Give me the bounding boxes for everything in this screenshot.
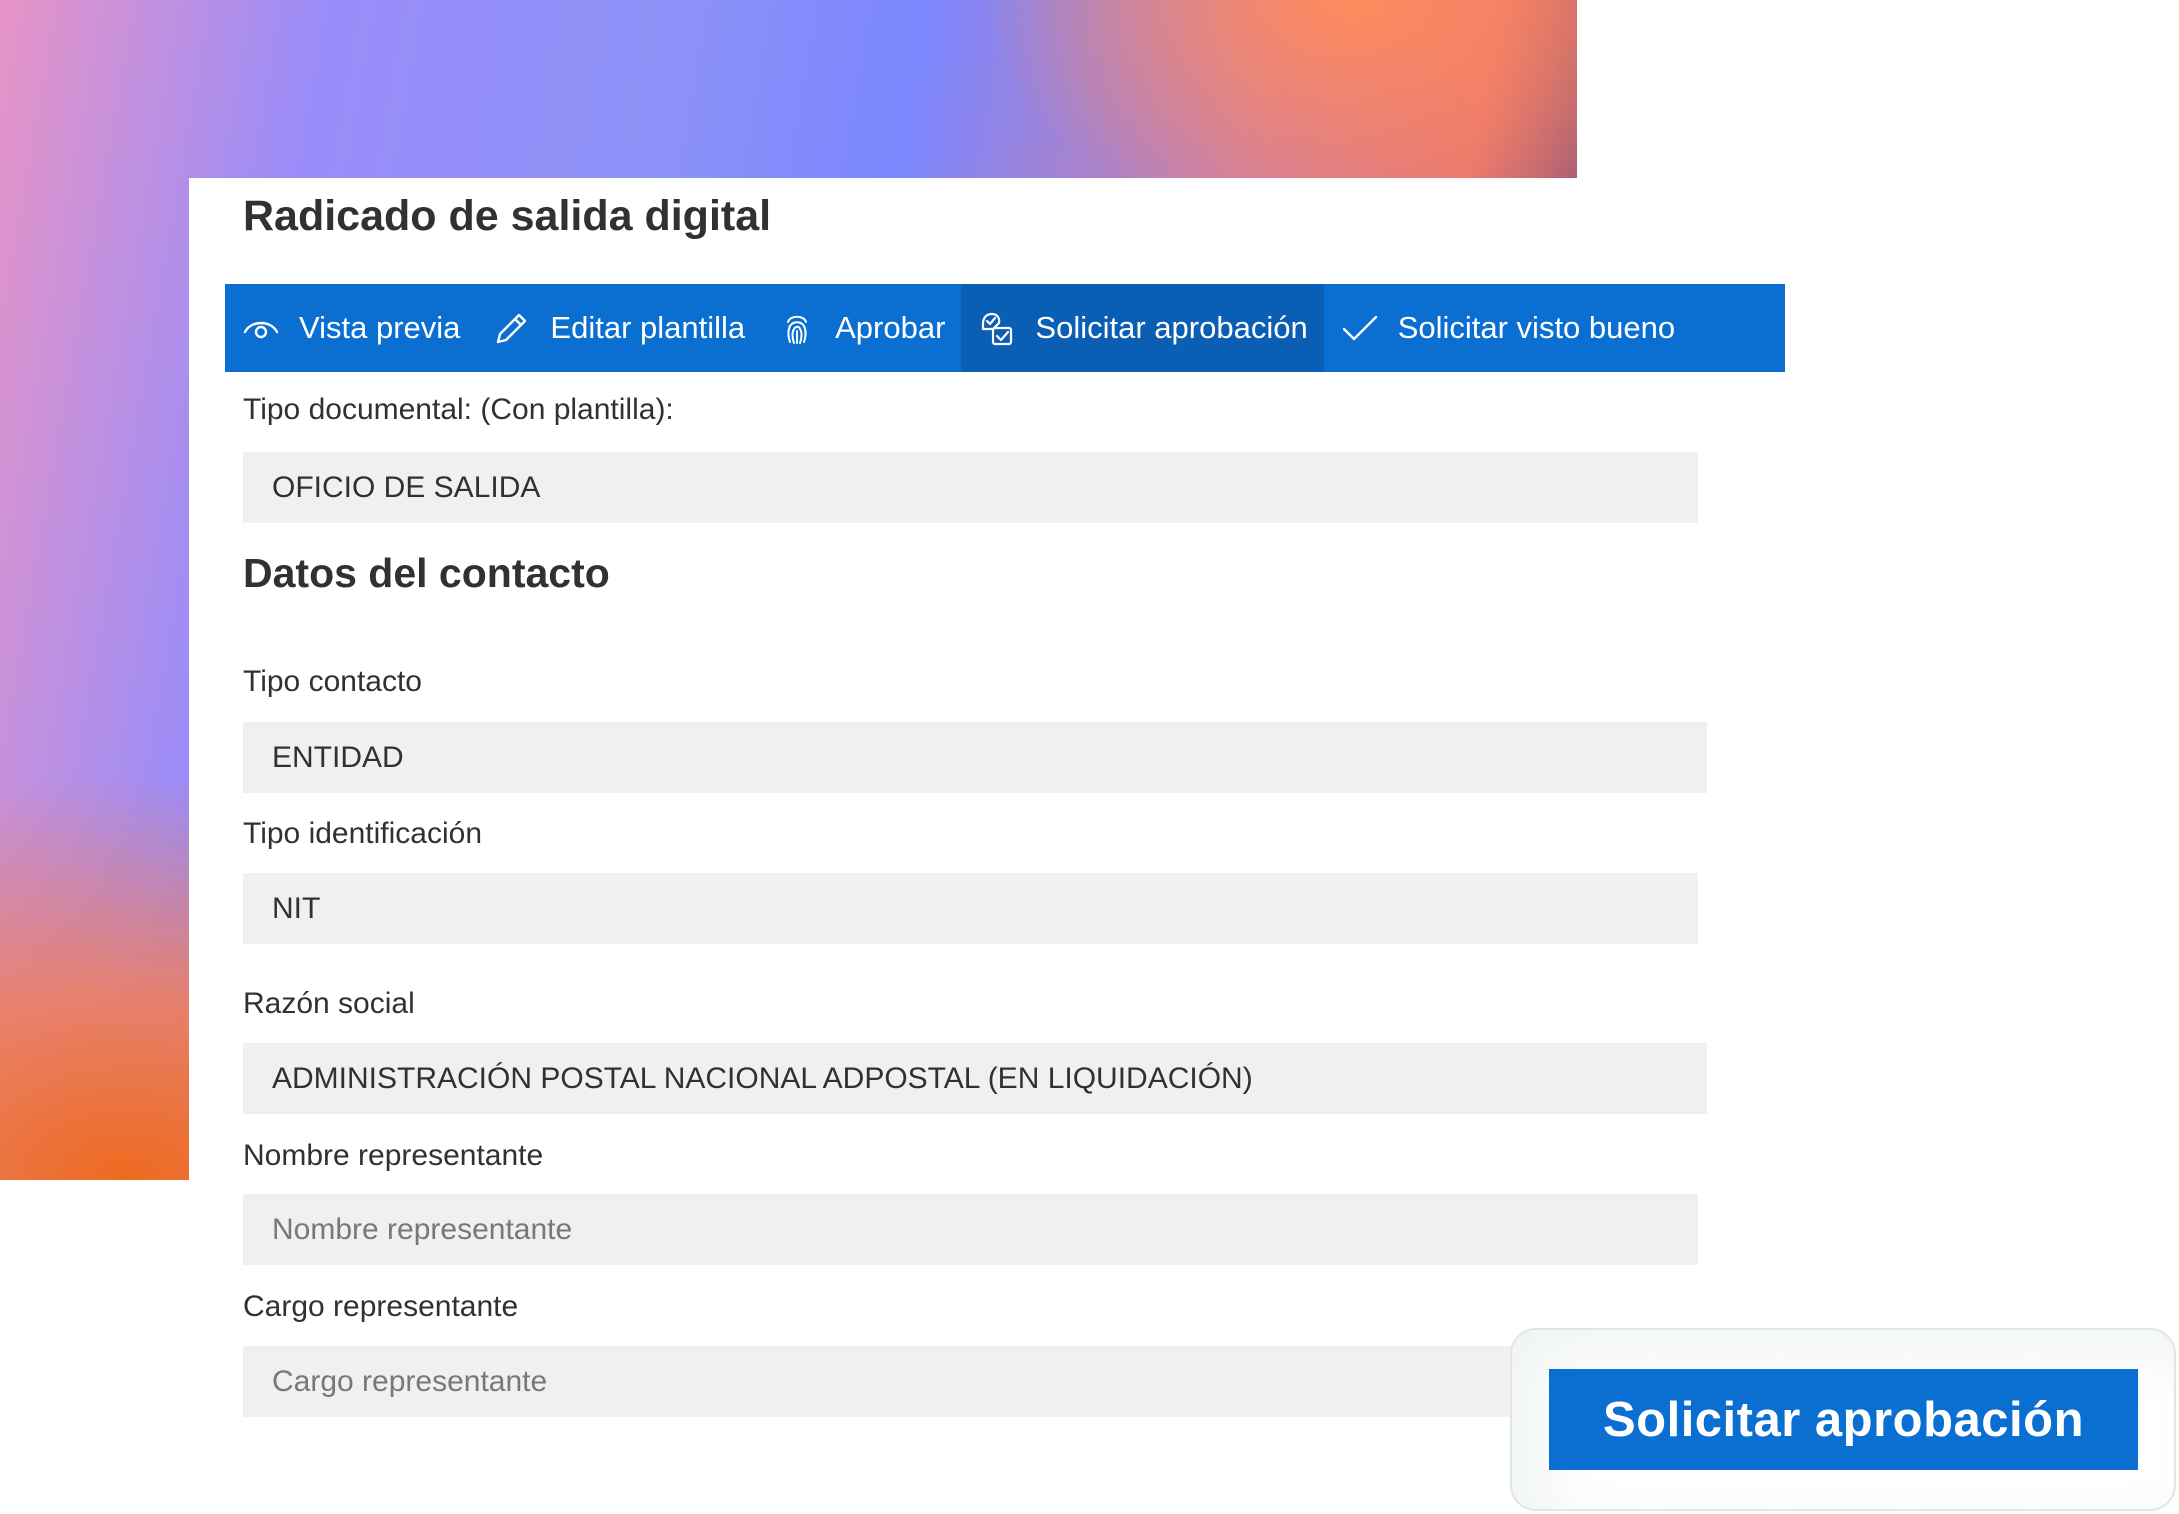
fingerprint-icon <box>777 308 817 348</box>
representative-name-input[interactable] <box>243 1194 1698 1265</box>
preview-button-label: Vista previa <box>299 310 461 345</box>
request-approval-icon <box>977 308 1017 348</box>
request-approval-button[interactable]: Solicitar aprobación <box>961 284 1324 372</box>
id-type-field[interactable]: NIT <box>243 873 1698 944</box>
approve-button-label: Aprobar <box>835 310 946 345</box>
edit-template-button[interactable]: Editar plantilla <box>476 284 761 372</box>
preview-button[interactable]: Vista previa <box>225 284 476 372</box>
request-endorsement-button[interactable]: Solicitar visto bueno <box>1324 284 1691 372</box>
eye-icon <box>241 308 281 348</box>
business-name-label: Razón social <box>243 987 415 1020</box>
edit-template-button-label: Editar plantilla <box>550 310 746 345</box>
representative-name-label: Nombre representante <box>243 1139 544 1172</box>
request-approval-button-label: Solicitar aprobación <box>1035 310 1308 345</box>
pencil-icon <box>492 308 532 348</box>
command-bar: Vista previa Editar plantilla Aprobar So… <box>225 284 1785 372</box>
checkmark-icon <box>1340 308 1380 348</box>
document-type-field[interactable]: OFICIO DE SALIDA <box>243 452 1698 523</box>
id-type-label: Tipo identificación <box>243 817 483 850</box>
business-name-field[interactable]: ADMINISTRACIÓN POSTAL NACIONAL ADPOSTAL … <box>243 1043 1707 1114</box>
representative-role-input[interactable] <box>243 1346 1698 1417</box>
contact-section-title: Datos del contacto <box>243 550 610 596</box>
request-approval-primary-button[interactable]: Solicitar aprobación <box>1549 1369 2138 1470</box>
contact-type-label: Tipo contacto <box>243 665 422 698</box>
request-endorsement-button-label: Solicitar visto bueno <box>1397 310 1676 345</box>
contact-type-field[interactable]: ENTIDAD <box>243 722 1707 793</box>
document-type-label: Tipo documental: (Con plantilla): <box>243 393 674 426</box>
page-title: Radicado de salida digital <box>243 192 772 240</box>
approve-button[interactable]: Aprobar <box>761 284 961 372</box>
representative-role-label: Cargo representante <box>243 1290 519 1323</box>
